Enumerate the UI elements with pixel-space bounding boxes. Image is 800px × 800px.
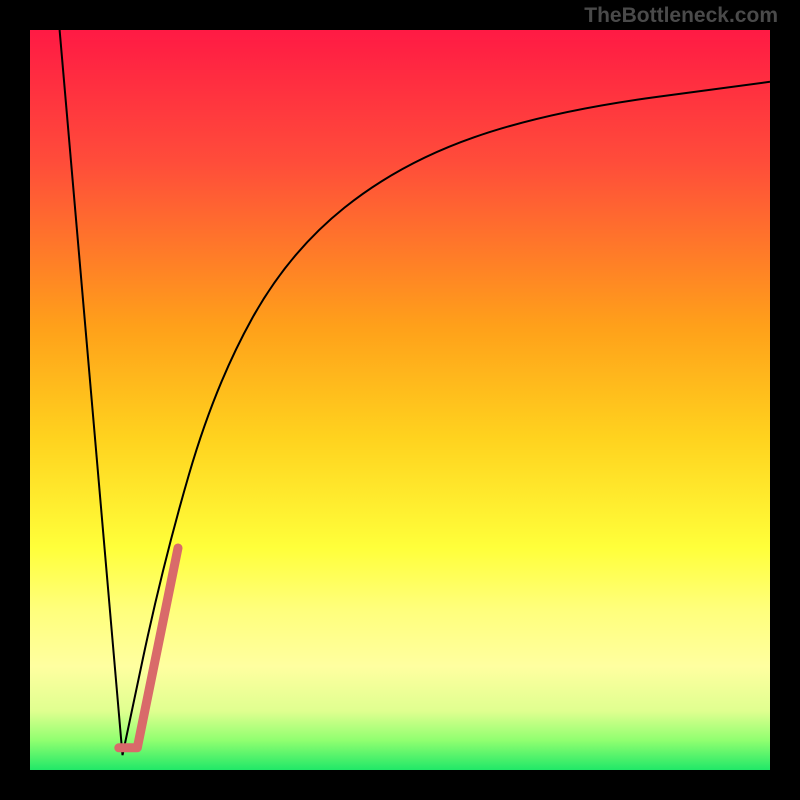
chart-container: TheBottleneck.com — [0, 0, 800, 800]
watermark-text: TheBottleneck.com — [584, 4, 778, 28]
plot-area — [30, 30, 770, 770]
gradient-background — [30, 30, 770, 770]
